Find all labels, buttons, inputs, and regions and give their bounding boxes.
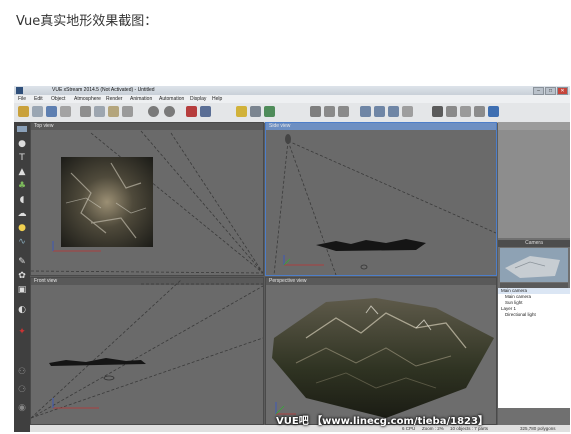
terrain-mountain-icon[interactable]: ▲ [17,167,27,177]
ecosystem-icon[interactable]: ✿ [17,271,27,281]
film-icon[interactable] [432,106,443,117]
preview-icon[interactable] [474,106,485,117]
delete-icon[interactable] [122,106,133,117]
zoom-out-icon[interactable] [374,106,385,117]
side-viewport-scene [273,134,496,275]
window-title: VUE xStream 2014.5 (Not Activated) - Unt… [52,87,155,93]
text-icon[interactable]: T [17,153,27,163]
aspect-panel [498,130,570,238]
light-view-icon[interactable] [338,106,349,117]
paste-icon[interactable] [108,106,119,117]
keyframe-icon[interactable] [460,106,471,117]
top-viewport[interactable]: Top view [30,122,264,276]
main-toolbar [14,103,570,123]
group-icon[interactable]: ▣ [17,285,27,295]
rock-icon[interactable]: ◖ [17,195,27,205]
render-icon[interactable] [186,106,197,117]
new-scene-icon[interactable] [18,106,29,117]
front-viewport[interactable]: Front view [30,277,264,425]
pan-icon[interactable] [402,106,413,117]
plant-icon[interactable]: ♣ [17,181,27,191]
menu-bar: File Edit Object Atmosphere Render Anima… [14,95,570,103]
link-icon[interactable]: ⚇ [17,367,27,377]
panel-tabs[interactable] [498,122,570,130]
perspective-viewport[interactable]: Perspective view [265,277,497,425]
save-icon[interactable] [46,106,57,117]
material-icon[interactable] [250,106,261,117]
menu-atmosphere[interactable]: Atmosphere [74,95,101,103]
minimize-button[interactable]: – [533,87,544,95]
print-icon[interactable] [60,106,71,117]
close-button[interactable]: ✕ [557,87,568,95]
boolean-icon[interactable]: ◐ [17,305,27,315]
object-toolbar: ● T ▲ ♣ ◖ ☁ ● ∿ ✎ ✿ ▣ ◐ ✦ ⚇ ⚆ ◉ [14,122,30,432]
sun-icon[interactable] [236,106,247,117]
metablob-icon[interactable]: ◉ [17,403,27,413]
menu-display[interactable]: Display [190,95,206,103]
menu-help[interactable]: Help [212,95,222,103]
right-side-panel: Camera Main camera Main camera Sun light… [498,122,570,432]
render-area-icon[interactable] [200,106,211,117]
status-polygons: 325,780 polygons [520,426,556,431]
paint-icon[interactable]: ✎ [17,257,27,267]
select-tool-icon[interactable] [17,126,27,132]
timeline-icon[interactable] [446,106,457,117]
maximize-button[interactable]: □ [545,87,556,95]
zoom-in-icon[interactable] [360,106,371,117]
camera-preview-terrain [505,256,560,278]
menu-edit[interactable]: Edit [34,95,43,103]
camera-icon[interactable] [488,106,499,117]
unlink-icon[interactable]: ⚆ [17,385,27,395]
cloud-icon[interactable]: ☁ [17,209,27,219]
menu-automation[interactable]: Automation [159,95,184,103]
sphere-icon[interactable]: ● [17,139,27,149]
app-icon [16,87,23,94]
copy-icon[interactable] [94,106,105,117]
camera-panel-label: Camera [498,240,570,247]
zoom-fit-icon[interactable] [388,106,399,117]
grid-icon[interactable] [310,106,321,117]
front-viewport-scene [31,279,263,419]
magic-wand-icon[interactable]: ✦ [17,327,27,337]
open-icon[interactable] [32,106,43,117]
camera-preview [500,248,568,282]
vue-application-window: VUE xStream 2014.5 (Not Activated) - Unt… [14,86,570,432]
menu-animation[interactable]: Animation [130,95,152,103]
path-icon[interactable]: ∿ [17,237,27,247]
menu-render[interactable]: Render [106,95,122,103]
tree-item-directional-light[interactable]: Directional light [498,312,570,318]
camera-view-icon[interactable] [324,106,335,117]
terrain-icon[interactable] [264,106,275,117]
top-viewport-scene [31,130,263,274]
watermark-text: VUE吧 【www.linecg.com/tieba/1823】 [276,416,488,427]
scissors-icon[interactable] [80,106,91,117]
world-browser-tree: Main camera Main camera Sun light Layer … [498,288,570,408]
page-caption: Vue真实地形效果截图： [16,14,158,29]
undo-icon[interactable] [148,106,159,117]
window-controls: – □ ✕ [533,87,568,95]
menu-file[interactable]: File [18,95,26,103]
side-viewport[interactable]: Side view [265,122,497,276]
perspective-terrain-scene [272,298,494,418]
title-bar: VUE xStream 2014.5 (Not Activated) - Unt… [14,86,570,95]
redo-icon[interactable] [164,106,175,117]
menu-object[interactable]: Object [51,95,65,103]
light-icon[interactable]: ● [17,223,27,233]
